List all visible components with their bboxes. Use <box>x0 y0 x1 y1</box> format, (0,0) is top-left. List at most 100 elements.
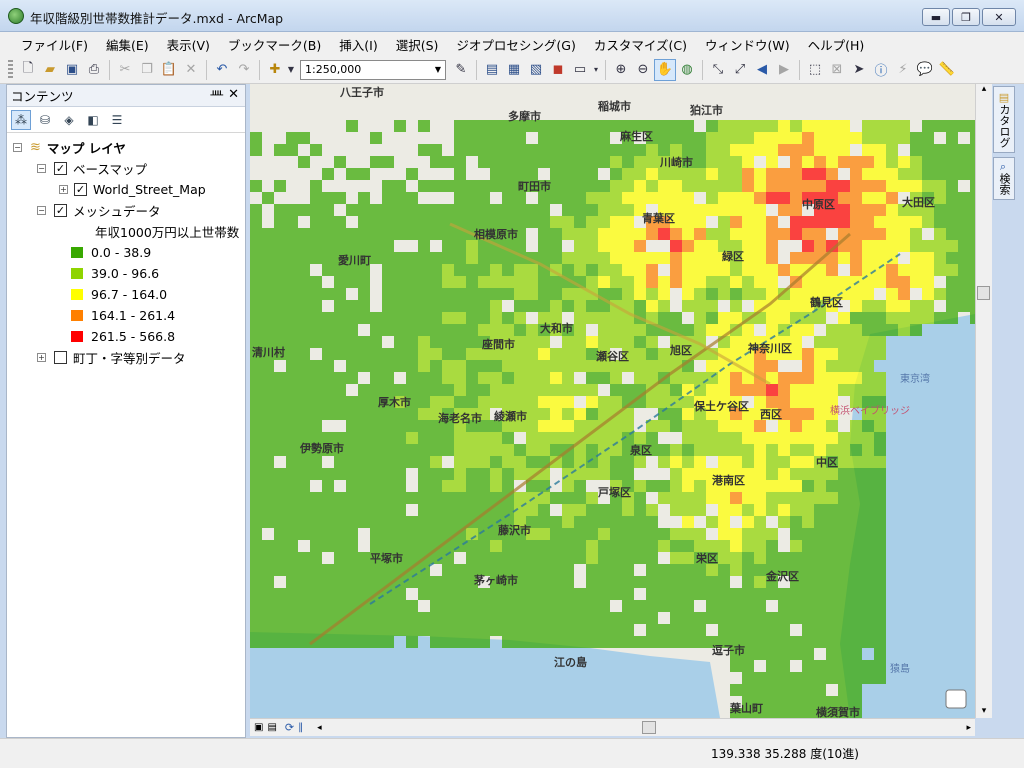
toolbar-grip[interactable] <box>8 59 13 80</box>
new-icon[interactable]: 🗋 <box>17 59 39 81</box>
expand-icon[interactable]: + <box>59 185 68 194</box>
forward-icon[interactable]: ▶ <box>773 59 795 81</box>
map-view[interactable]: 八王子市 多摩市 稲城市 狛江市 麻生区 町田市 川崎市 青葉区 中原区 大田区… <box>250 84 975 718</box>
map-horizontal-scrollbar[interactable]: ▣ ▤ ⟳ ‖ ◂ ▸ <box>250 718 975 736</box>
paste-icon[interactable]: 📋 <box>158 59 180 81</box>
menu-customize[interactable]: カスタマイズ(C) <box>585 35 696 54</box>
hyperlink-icon[interactable]: ⚡ <box>892 59 914 81</box>
mesh-cell <box>766 636 778 648</box>
expand-icon[interactable]: + <box>37 353 46 362</box>
list-by-drawing-order-icon[interactable]: ⁂ <box>11 109 31 130</box>
select-icon[interactable]: ➤ <box>848 59 870 81</box>
add-data-dropdown-icon[interactable]: ▼ <box>286 59 296 81</box>
mesh-cell <box>814 540 826 552</box>
mesh-cell <box>862 180 874 192</box>
scroll-up-icon[interactable]: ▴ <box>976 84 992 94</box>
refresh-icon[interactable]: ⟳ <box>285 721 294 734</box>
collapse-icon[interactable]: − <box>13 143 22 152</box>
search-window-icon[interactable]: ▧ <box>525 59 547 81</box>
layer-row-basemap-group[interactable]: − ✓ ベースマップ <box>7 158 245 179</box>
basemap-checkbox[interactable]: ✓ <box>74 183 87 196</box>
maximize-button[interactable]: ❐ <box>952 8 980 26</box>
map-scale-combobox[interactable]: 1:250,000 ▼ <box>300 59 446 80</box>
html-popup-icon[interactable]: 💬 <box>914 59 936 81</box>
zoom-in-icon[interactable]: ⊕ <box>610 59 632 81</box>
redo-icon[interactable]: ↷ <box>233 59 255 81</box>
menu-insert[interactable]: 挿入(I) <box>330 35 386 54</box>
measure-icon[interactable]: 📏 <box>936 59 958 81</box>
search-tab[interactable]: ⌕ 検索 <box>993 157 1015 200</box>
zoom-out-icon[interactable]: ⊖ <box>632 59 654 81</box>
list-by-source-icon[interactable]: ⛁ <box>35 110 55 130</box>
menu-windows[interactable]: ウィンドウ(W) <box>696 35 799 54</box>
layer-row-root[interactable]: − ≋ マップ レイヤ <box>7 137 245 158</box>
catalog-tab[interactable]: ▤ カタログ <box>993 86 1015 153</box>
map-label-totsuka: 戸塚区 <box>598 485 631 499</box>
close-button[interactable]: ✕ <box>982 8 1016 26</box>
fixed-zoom-in-icon[interactable]: ⤡ <box>707 59 729 81</box>
mesh-cell <box>646 600 658 612</box>
layout-view-icon[interactable]: ▣ <box>254 722 263 733</box>
save-icon[interactable]: ▣ <box>61 59 83 81</box>
options-icon[interactable]: ☰ <box>107 110 127 130</box>
print-icon[interactable]: ⎙ <box>83 59 105 81</box>
list-by-visibility-icon[interactable]: ◈ <box>59 110 79 130</box>
menu-geoprocessing[interactable]: ジオプロセシング(G) <box>447 35 584 54</box>
layer-row-mesh[interactable]: − ✓ メッシュデータ <box>7 200 245 221</box>
list-by-selection-icon[interactable]: ◧ <box>83 110 103 130</box>
mesh-cell <box>814 156 826 168</box>
collapse-icon[interactable]: − <box>37 164 46 173</box>
identify-icon[interactable]: ⓘ <box>870 59 892 81</box>
menu-help[interactable]: ヘルプ(H) <box>799 35 874 54</box>
minimize-button[interactable]: ▬ <box>922 8 950 26</box>
scroll-down-icon[interactable]: ▾ <box>976 706 992 716</box>
open-icon[interactable]: ▰ <box>39 59 61 81</box>
map-vertical-scrollbar[interactable]: ▴ ▾ <box>975 84 992 718</box>
vscroll-thumb[interactable] <box>977 286 990 300</box>
chevron-down-icon[interactable]: ▼ <box>431 61 445 79</box>
menu-bookmarks[interactable]: ブックマーク(B) <box>219 35 330 54</box>
menu-selection[interactable]: 選択(S) <box>387 35 448 54</box>
menu-edit[interactable]: 編集(E) <box>97 35 158 54</box>
table-icon[interactable]: ▤ <box>481 59 503 81</box>
menu-view[interactable]: 表示(V) <box>158 35 219 54</box>
pin-icon[interactable]: ᚉ <box>210 88 223 101</box>
scroll-left-icon[interactable]: ◂ <box>317 723 322 733</box>
mesh-cell <box>346 348 358 360</box>
mesh-cell <box>622 168 634 180</box>
delete-icon[interactable]: ✕ <box>180 59 202 81</box>
mesh-cell <box>346 480 358 492</box>
data-view-icon[interactable]: ▤ <box>267 722 276 733</box>
layer-row-basemap[interactable]: + ✓ World_Street_Map <box>7 179 245 200</box>
mesh-cell <box>694 636 706 648</box>
mesh-cell <box>646 564 658 576</box>
editor-icon[interactable]: ✎ <box>450 59 472 81</box>
back-icon[interactable]: ◀ <box>751 59 773 81</box>
more-tools-icon[interactable]: ▾ <box>591 59 601 81</box>
town-checkbox[interactable] <box>54 351 67 364</box>
pan-icon[interactable]: ✋ <box>654 58 676 81</box>
arctoolbox-icon[interactable]: ◼ <box>547 59 569 81</box>
menu-file[interactable]: ファイル(F) <box>12 35 97 54</box>
copy-icon[interactable]: ❐ <box>136 59 158 81</box>
close-icon[interactable]: ✕ <box>228 87 239 102</box>
basemap-group-checkbox[interactable]: ✓ <box>54 162 67 175</box>
cut-icon[interactable]: ✂ <box>114 59 136 81</box>
select-features-icon[interactable]: ⬚ <box>804 59 826 81</box>
fixed-zoom-out-icon[interactable]: ⤢ <box>729 59 751 81</box>
scroll-right-icon[interactable]: ▸ <box>966 723 971 733</box>
mesh-checkbox[interactable]: ✓ <box>54 204 67 217</box>
python-window-icon[interactable]: ▭ <box>569 59 591 81</box>
mesh-cell <box>766 504 778 516</box>
map-corner-icon[interactable] <box>945 689 967 709</box>
full-extent-icon[interactable]: ◍ <box>676 59 698 81</box>
hscroll-thumb[interactable] <box>642 721 656 734</box>
map-canvas[interactable]: 八王子市 多摩市 稲城市 狛江市 麻生区 町田市 川崎市 青葉区 中原区 大田区… <box>250 84 975 718</box>
clear-selection-icon[interactable]: ⊠ <box>826 59 848 81</box>
layer-row-town[interactable]: + 町丁・字等別データ <box>7 347 245 368</box>
add-data-icon[interactable]: ✚ <box>264 59 286 81</box>
pause-icon[interactable]: ‖ <box>298 722 303 733</box>
undo-icon[interactable]: ↶ <box>211 59 233 81</box>
collapse-icon[interactable]: − <box>37 206 46 215</box>
catalog-icon[interactable]: ▦ <box>503 59 525 81</box>
